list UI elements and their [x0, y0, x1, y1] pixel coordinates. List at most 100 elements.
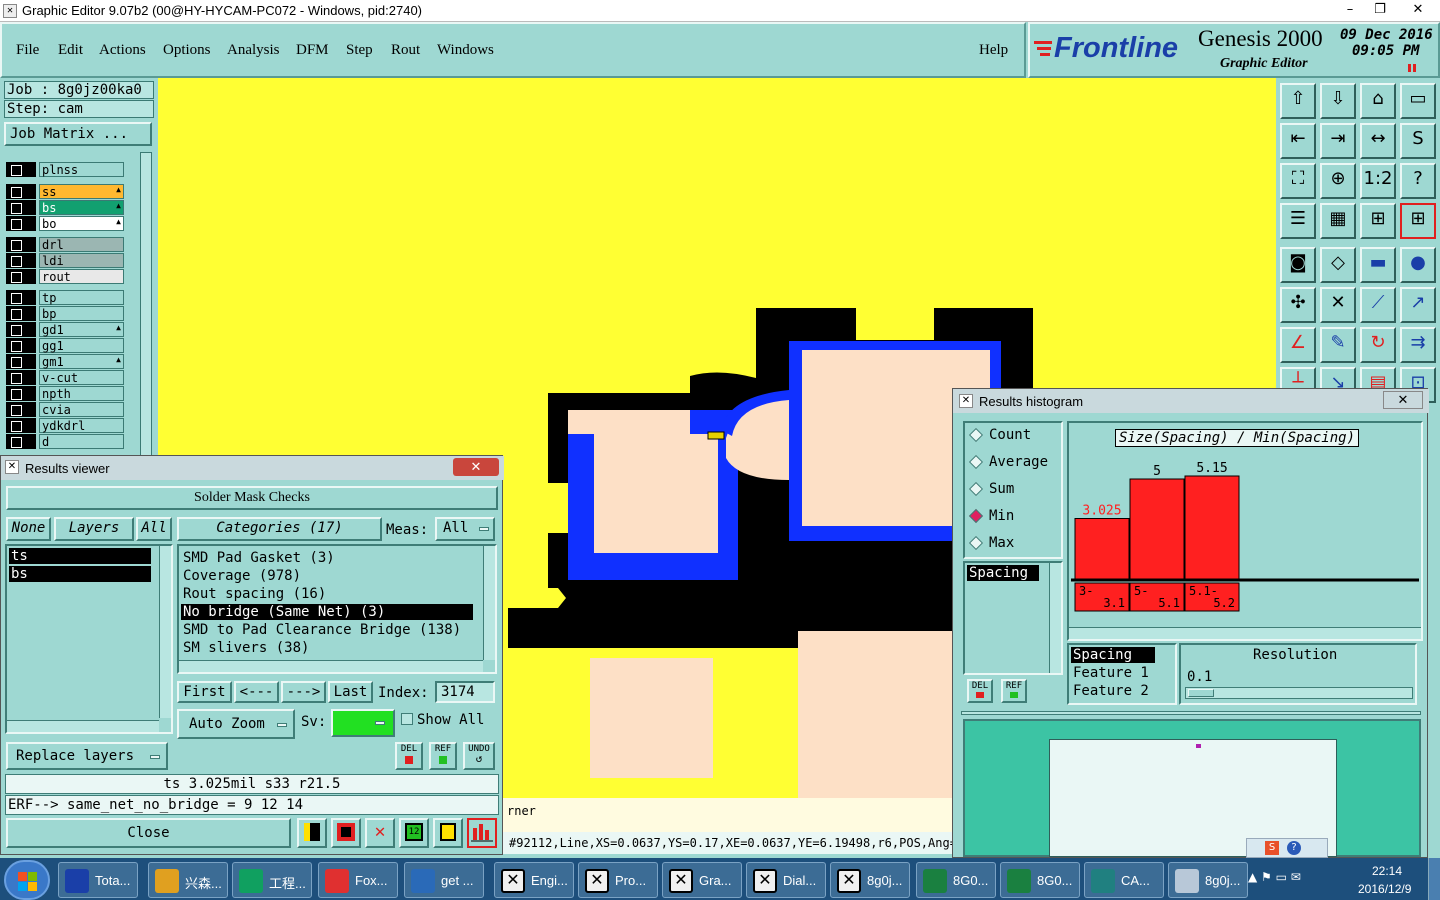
prev-button[interactable]: <--- [234, 681, 279, 703]
layer-checkbox[interactable] [6, 322, 36, 337]
histogram-bar[interactable] [1129, 478, 1185, 580]
category-item[interactable]: Rout spacing (16) [181, 586, 473, 602]
histogram-tool-icon[interactable] [467, 818, 497, 848]
layer-checkbox[interactable] [6, 402, 36, 417]
flip-icon[interactable]: ⇉ [1400, 327, 1436, 363]
settings-icon[interactable]: ☰ [1280, 203, 1316, 239]
layer-row[interactable]: ldi [6, 253, 124, 268]
replace-layers-dropdown[interactable]: Replace layers [6, 742, 168, 770]
mode-radio-average[interactable]: Average [968, 454, 1059, 472]
layer-checkbox[interactable] [6, 237, 36, 252]
category-item[interactable]: SMD Pad Gasket (3) [181, 550, 473, 566]
node-icon[interactable]: ✣ [1280, 287, 1316, 323]
layer-checkbox[interactable] [6, 306, 36, 321]
category-item[interactable]: Coverage (978) [181, 568, 473, 584]
results-viewer-close-icon[interactable]: ✕ [453, 458, 499, 476]
layer-row[interactable]: gd1 ▲ [6, 322, 124, 337]
cross-icon[interactable]: ✕ [1320, 287, 1356, 323]
list-hscrollbar[interactable] [7, 720, 159, 732]
categories-scrollbar[interactable] [483, 546, 495, 660]
last-button[interactable]: Last [328, 681, 373, 703]
arrow-icon[interactable]: ↗ [1400, 287, 1436, 323]
taskbar-item[interactable]: ✕ Gra... [662, 862, 742, 898]
snap-active-icon[interactable]: ⊞ [1400, 203, 1436, 239]
layer-up-icon[interactable]: ⇧ [1280, 83, 1316, 119]
show-desktop-button[interactable] [1428, 858, 1440, 900]
layer-checkbox[interactable] [6, 418, 36, 433]
list-item[interactable]: bs [9, 566, 151, 582]
layer-row[interactable]: cvia [6, 402, 124, 417]
taskbar-item[interactable]: ✕ Dial... [746, 862, 826, 898]
taskbar-item[interactable]: ✕ Pro... [578, 862, 658, 898]
feature-list[interactable]: Spacing Feature 1 Feature 2 [1067, 643, 1177, 705]
scale-icon[interactable]: 1:2 [1360, 163, 1396, 199]
feature-item[interactable]: Spacing [1071, 647, 1155, 663]
layer-checkbox[interactable] [6, 370, 36, 385]
del-button[interactable]: DEL [395, 742, 423, 770]
meas-dropdown[interactable]: All [435, 517, 495, 541]
menu-edit[interactable]: Edit [58, 42, 83, 59]
ruler-icon[interactable]: ▬ [1360, 247, 1396, 283]
report-tool-icon[interactable] [433, 818, 463, 848]
menu-file[interactable]: File [16, 42, 39, 59]
menu-analysis[interactable]: Analysis [227, 42, 280, 59]
taskbar-item[interactable]: ✕ 8g0j... [830, 862, 910, 898]
show-all-checkbox[interactable] [401, 713, 413, 725]
snap-icon[interactable]: ⊞ [1360, 203, 1396, 239]
s-shape-icon[interactable]: S [1400, 123, 1436, 159]
layer-row[interactable]: bo ▲ [6, 216, 124, 231]
layer-checkbox[interactable] [6, 290, 36, 305]
taskbar-item[interactable]: 8g0j... [1168, 862, 1248, 898]
layer-down-icon[interactable]: ⇩ [1320, 83, 1356, 119]
menu-rout[interactable]: Rout [391, 42, 420, 59]
category-item[interactable]: SMD to Pad Clearance Bridge (138) [181, 622, 473, 638]
line-icon[interactable]: ⟋ [1360, 287, 1396, 323]
taskbar-item[interactable]: ✕ Engi... [494, 862, 574, 898]
layer-row[interactable]: rout [6, 269, 124, 284]
mode-radio-max[interactable]: Max [968, 535, 1059, 553]
categories-hscrollbar[interactable] [179, 660, 483, 672]
mode-radio-count[interactable]: Count [968, 427, 1059, 445]
list-scrollbar[interactable] [1049, 563, 1061, 673]
layer-row[interactable]: npth [6, 386, 124, 401]
pad-icon[interactable]: ◙ [1280, 247, 1316, 283]
first-button[interactable]: First [177, 681, 232, 703]
category-item[interactable]: No bridge (Same Net) (3) [181, 604, 473, 620]
menu-help[interactable]: Help [979, 42, 1008, 59]
layer-checkbox[interactable] [6, 162, 36, 177]
next-button[interactable]: ---> [281, 681, 326, 703]
layer-checkbox[interactable] [6, 269, 36, 284]
layer-checkbox[interactable] [6, 216, 36, 231]
close-window-button[interactable]: ✕ [1400, 1, 1436, 19]
layer-row[interactable]: bp [6, 306, 124, 321]
layer-row[interactable]: gg1 [6, 338, 124, 353]
layer-row[interactable]: tp [6, 290, 124, 305]
move-left-icon[interactable]: ⇤ [1280, 123, 1316, 159]
taskbar-item[interactable]: 8G0... [916, 862, 996, 898]
list-item[interactable]: ts [9, 548, 151, 564]
swap-icon[interactable]: ↔ [1360, 123, 1396, 159]
menu-step[interactable]: Step [346, 42, 373, 59]
layer-checkbox[interactable] [6, 354, 36, 369]
taskbar-item[interactable]: 兴森... [148, 862, 228, 898]
layer-checkbox[interactable] [6, 338, 36, 353]
move-right-icon[interactable]: ⇥ [1320, 123, 1356, 159]
list-item[interactable]: Spacing [967, 565, 1039, 581]
layer-checkbox[interactable] [6, 253, 36, 268]
histogram-bar[interactable] [1184, 475, 1240, 580]
layer-row[interactable]: gm1 ▲ [6, 354, 124, 369]
layer-row[interactable]: ss ▲ [6, 184, 124, 199]
pen-icon[interactable]: ✎ [1320, 327, 1356, 363]
all-button[interactable]: All [136, 517, 172, 541]
mode-radio-min[interactable]: Min [968, 508, 1059, 526]
display-tool-icon[interactable] [297, 818, 327, 848]
none-button[interactable]: None [6, 517, 51, 541]
histogram-close-icon[interactable]: ✕ [1383, 391, 1423, 409]
layer-checkbox[interactable] [6, 434, 36, 449]
layer-checkbox[interactable] [6, 200, 36, 215]
rotate-icon[interactable]: ↻ [1360, 327, 1396, 363]
layer-row[interactable]: plnss [6, 162, 124, 177]
step-tool-icon[interactable]: 12 [399, 818, 429, 848]
restore-button[interactable]: ❐ [1366, 1, 1394, 19]
list-scrollbar[interactable] [159, 546, 171, 718]
